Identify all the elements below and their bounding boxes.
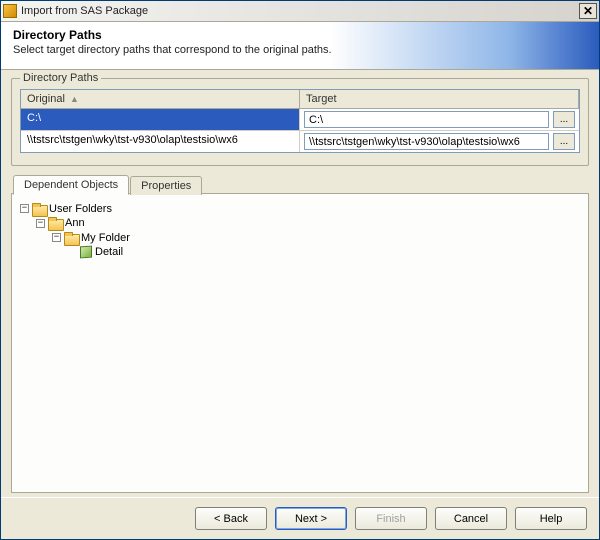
column-header-target[interactable]: Target <box>300 90 579 108</box>
collapse-icon[interactable]: − <box>52 233 61 242</box>
tab-dependent-objects[interactable]: Dependent Objects <box>13 175 129 195</box>
close-button[interactable]: ✕ <box>579 3 597 19</box>
column-header-original[interactable]: Original ▲ <box>21 90 300 108</box>
tab-panel-dependent-objects: − User Folders − Ann <box>11 193 589 493</box>
help-button[interactable]: Help <box>515 507 587 530</box>
tree-node-detail[interactable]: · Detail <box>68 246 123 258</box>
original-path-cell: C:\ <box>21 109 300 130</box>
target-path-cell: ... <box>300 131 579 152</box>
back-button[interactable]: < Back <box>195 507 267 530</box>
browse-button[interactable]: ... <box>553 133 575 150</box>
table-row[interactable]: C:\ ... <box>21 109 579 131</box>
object-tree: − User Folders − Ann <box>18 201 582 258</box>
target-path-input[interactable] <box>304 133 549 150</box>
collapse-icon[interactable]: − <box>20 204 29 213</box>
directory-paths-group: Directory Paths Original ▲ Target C:\ ..… <box>11 78 589 166</box>
table-row[interactable]: \\tstsrc\tstgen\wky\tst-v930\olap\testsi… <box>21 131 579 152</box>
cancel-button[interactable]: Cancel <box>435 507 507 530</box>
tree-label: User Folders <box>49 203 112 215</box>
cube-icon <box>80 246 92 259</box>
tree-label: My Folder <box>81 232 130 244</box>
spacer <box>20 153 580 157</box>
sort-ascending-icon: ▲ <box>70 94 79 104</box>
folder-icon <box>32 203 46 215</box>
titlebar: Import from SAS Package ✕ <box>1 1 599 22</box>
dialog-window: Import from SAS Package ✕ Directory Path… <box>0 0 600 540</box>
collapse-icon[interactable]: − <box>36 219 45 228</box>
wizard-header: Directory Paths Select target directory … <box>1 22 599 70</box>
target-path-cell: ... <box>300 109 579 130</box>
tree-label: Detail <box>95 246 123 258</box>
tree-label: Ann <box>65 217 85 229</box>
original-path-cell: \\tstsrc\tstgen\wky\tst-v930\olap\testsi… <box>21 131 300 152</box>
tree-node-ann[interactable]: − Ann <box>36 217 85 229</box>
page-title: Directory Paths <box>13 28 587 42</box>
next-button[interactable]: Next > <box>275 507 347 530</box>
tab-properties[interactable]: Properties <box>130 176 202 195</box>
finish-button: Finish <box>355 507 427 530</box>
page-subtitle: Select target directory paths that corre… <box>13 44 587 56</box>
directory-paths-legend: Directory Paths <box>20 72 101 84</box>
app-icon <box>3 4 17 18</box>
folder-icon <box>48 217 62 229</box>
content-area: Directory Paths Original ▲ Target C:\ ..… <box>1 70 599 497</box>
tree-node-my-folder[interactable]: − My Folder <box>52 232 130 244</box>
table-header-row: Original ▲ Target <box>21 90 579 109</box>
directory-paths-table: Original ▲ Target C:\ ... \\tstsrc\tstge… <box>20 89 580 153</box>
wizard-button-row: < Back Next > Finish Cancel Help <box>1 497 599 539</box>
window-title: Import from SAS Package <box>21 5 579 17</box>
tree-node-user-folders[interactable]: − User Folders <box>20 203 112 215</box>
tabs-area: Dependent Objects Properties − User Fold… <box>11 174 589 493</box>
tab-strip: Dependent Objects Properties <box>11 174 589 194</box>
folder-icon <box>64 232 78 244</box>
target-path-input[interactable] <box>304 111 549 128</box>
browse-button[interactable]: ... <box>553 111 575 128</box>
